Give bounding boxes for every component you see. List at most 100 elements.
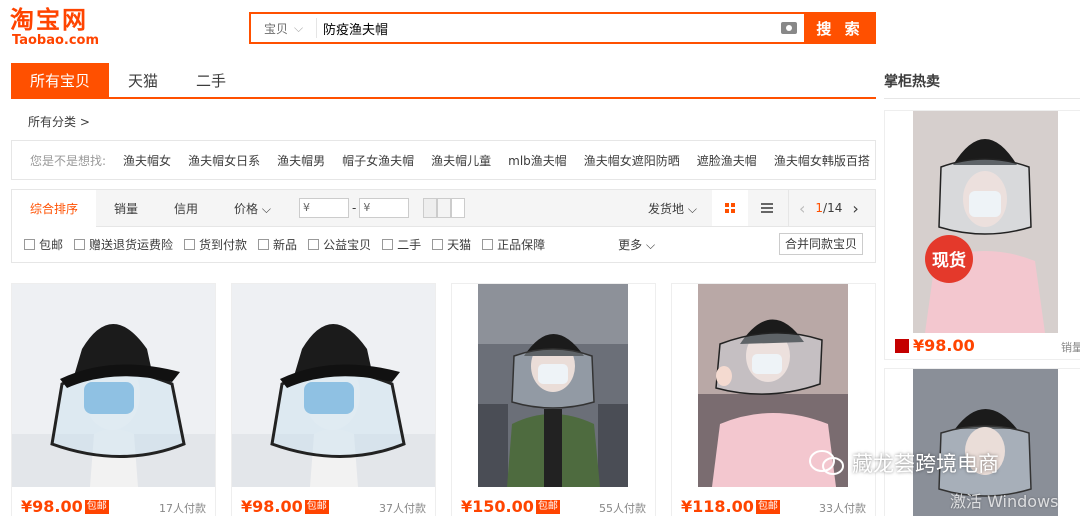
sidebar-product-card[interactable]: 现货 ¥98.00 销量 bbox=[884, 110, 1080, 360]
search-bar: 宝贝 ⌵ 搜 索 bbox=[249, 12, 876, 44]
related-item[interactable]: 遮脸渔夫帽 bbox=[697, 152, 757, 169]
activate-windows-text: 激活 Windows bbox=[950, 492, 1059, 511]
grid-view-icon[interactable] bbox=[712, 190, 748, 226]
watermark-text: 藏龙荟跨境电商 bbox=[852, 452, 999, 476]
sort-default[interactable]: 综合排序 bbox=[12, 189, 97, 227]
checkbox[interactable] bbox=[382, 238, 394, 250]
product-image[interactable] bbox=[452, 284, 655, 487]
related-item[interactable]: 渔夫帽女 bbox=[123, 152, 171, 169]
checkbox[interactable] bbox=[432, 238, 444, 250]
all-categories-link[interactable]: 所有分类 > bbox=[28, 113, 90, 130]
product-image[interactable] bbox=[232, 284, 435, 487]
taobao-logo[interactable]: 淘宝网 Taobao.com bbox=[10, 6, 110, 48]
free-shipping-badge: 包邮 bbox=[755, 499, 780, 514]
filter-label: 正品保障 bbox=[497, 237, 546, 252]
related-item[interactable]: 渔夫帽女韩版百搭 bbox=[774, 152, 870, 169]
search-tabs: 所有宝贝 天猫 二手 bbox=[11, 63, 876, 99]
tab-tmall[interactable]: 天猫 bbox=[109, 63, 177, 97]
sort-sales[interactable]: 销量 bbox=[96, 190, 156, 226]
current-page: 1 bbox=[815, 201, 824, 215]
filter-secondhand[interactable]: 二手 bbox=[382, 236, 421, 253]
list-view-icon[interactable] bbox=[752, 190, 782, 226]
search-type-dropdown[interactable]: 宝贝 ⌵ bbox=[251, 18, 317, 38]
filter-free-shipping[interactable]: 包邮 bbox=[24, 236, 63, 253]
checkbox[interactable] bbox=[24, 238, 35, 250]
sidebar-title: 掌柜热卖 bbox=[884, 74, 940, 90]
tab-secondhand[interactable]: 二手 bbox=[177, 63, 245, 97]
related-item[interactable]: mlb渔夫帽 bbox=[508, 152, 567, 169]
sidebar-product-image[interactable]: 现货 bbox=[885, 111, 1080, 333]
price-range-filter: ¥ - ¥ bbox=[298, 198, 466, 218]
checkbox[interactable] bbox=[308, 238, 320, 250]
product-card[interactable]: ¥98.00 包邮 17人付款 bbox=[11, 283, 216, 516]
camera-icon[interactable] bbox=[774, 14, 804, 42]
sidebar-divider bbox=[884, 98, 1080, 99]
checkbox[interactable] bbox=[184, 238, 196, 250]
checkbox[interactable] bbox=[258, 238, 270, 250]
filter-new[interactable]: 新品 bbox=[258, 236, 297, 253]
pager: ‹ 1/14 › bbox=[788, 190, 859, 226]
related-item[interactable]: 渔夫帽男 bbox=[277, 152, 325, 169]
chevron-down-icon: ⌵ bbox=[293, 20, 304, 35]
product-card[interactable]: ¥150.00 包邮 55人付款 bbox=[451, 283, 656, 516]
logo-en-text: Taobao.com bbox=[12, 33, 100, 48]
filter-label: 包邮 bbox=[39, 237, 64, 252]
price-text: ¥150.00 bbox=[461, 497, 534, 516]
filter-charity[interactable]: 公益宝贝 bbox=[308, 236, 371, 253]
next-page-icon[interactable]: › bbox=[852, 199, 858, 218]
related-item[interactable]: 渔夫帽女遮阳防晒 bbox=[584, 152, 680, 169]
product-price: ¥118.00 包邮 bbox=[681, 497, 780, 516]
search-button[interactable]: 搜 索 bbox=[804, 12, 876, 44]
free-shipping-badge: 包邮 bbox=[535, 499, 560, 514]
product-card[interactable]: ¥118.00 包邮 33人付款 bbox=[671, 283, 876, 516]
checkbox[interactable] bbox=[482, 238, 494, 250]
price-range-bar[interactable] bbox=[423, 198, 466, 218]
more-filters-dropdown[interactable]: 更多 ⌵ bbox=[618, 236, 655, 253]
filter-cod[interactable]: 货到付款 bbox=[184, 236, 247, 253]
price-text: ¥98.00 bbox=[21, 497, 83, 516]
price-max-input[interactable]: ¥ bbox=[359, 198, 410, 218]
related-item[interactable]: 渔夫帽儿童 bbox=[431, 152, 491, 169]
sort-bar: 综合排序 销量 信用 价格 ⌵ ¥ - ¥ 发货地 ⌵ ‹ 1/14 › bbox=[11, 189, 876, 227]
deal-count: 55人付款 bbox=[599, 502, 646, 515]
wechat-watermark: 藏龙荟跨境电商 bbox=[808, 448, 999, 478]
related-item[interactable]: 帽子女渔夫帽 bbox=[342, 152, 414, 169]
filter-label: 新品 bbox=[273, 237, 298, 252]
tab-all-items[interactable]: 所有宝贝 bbox=[11, 63, 110, 97]
deal-count: 37人付款 bbox=[379, 502, 426, 515]
sort-credit[interactable]: 信用 bbox=[156, 190, 216, 226]
filter-label: 二手 bbox=[397, 237, 422, 252]
price-text: ¥118.00 bbox=[681, 497, 754, 516]
filter-options: 包邮 赠送退货运费险 货到付款 新品 公益宝贝 二手 天猫 正品保障 更多 ⌵ … bbox=[11, 226, 876, 263]
related-searches: 您是不是想找: 渔夫帽女 渔夫帽女日系 渔夫帽男 帽子女渔夫帽 渔夫帽儿童 ml… bbox=[11, 140, 876, 180]
logo-cn-text: 淘宝网 bbox=[10, 6, 88, 34]
product-card[interactable]: ¥98.00 包邮 37人付款 bbox=[231, 283, 436, 516]
deal-count: 17人付款 bbox=[159, 502, 206, 515]
filter-label: 赠送退货运费险 bbox=[89, 237, 174, 252]
related-item[interactable]: 渔夫帽女日系 bbox=[188, 152, 260, 169]
free-shipping-badge: 包邮 bbox=[84, 499, 109, 514]
product-image[interactable] bbox=[12, 284, 215, 487]
product-price: ¥98.00 包邮 bbox=[21, 497, 109, 516]
total-pages: /14 bbox=[823, 201, 843, 215]
related-label: 您是不是想找: bbox=[30, 153, 107, 168]
filter-return-insurance[interactable]: 赠送退货运费险 bbox=[74, 236, 173, 253]
ship-location-dropdown[interactable]: 发货地 ⌵ bbox=[648, 190, 697, 226]
merge-same-button[interactable]: 合并同款宝贝 bbox=[778, 233, 863, 255]
price-min-input[interactable]: ¥ bbox=[298, 198, 349, 218]
filter-label: 货到付款 bbox=[199, 237, 248, 252]
filter-tmall[interactable]: 天猫 bbox=[432, 236, 471, 253]
sort-price[interactable]: 价格 ⌵ bbox=[216, 190, 289, 226]
price-dash: - bbox=[351, 201, 357, 215]
product-price: ¥150.00 包邮 bbox=[461, 497, 560, 516]
filter-authentic[interactable]: 正品保障 bbox=[482, 236, 545, 253]
tmall-icon bbox=[895, 338, 909, 353]
checkbox[interactable] bbox=[74, 238, 86, 250]
prev-page-icon[interactable]: ‹ bbox=[799, 199, 805, 218]
filter-label: 天猫 bbox=[447, 237, 472, 252]
search-input[interactable] bbox=[317, 14, 774, 42]
product-price: ¥98.00 包邮 bbox=[241, 497, 329, 516]
filter-label: 公益宝贝 bbox=[323, 237, 372, 252]
sidebar-sales: 销量 bbox=[1061, 341, 1080, 354]
wechat-icon bbox=[809, 450, 844, 475]
